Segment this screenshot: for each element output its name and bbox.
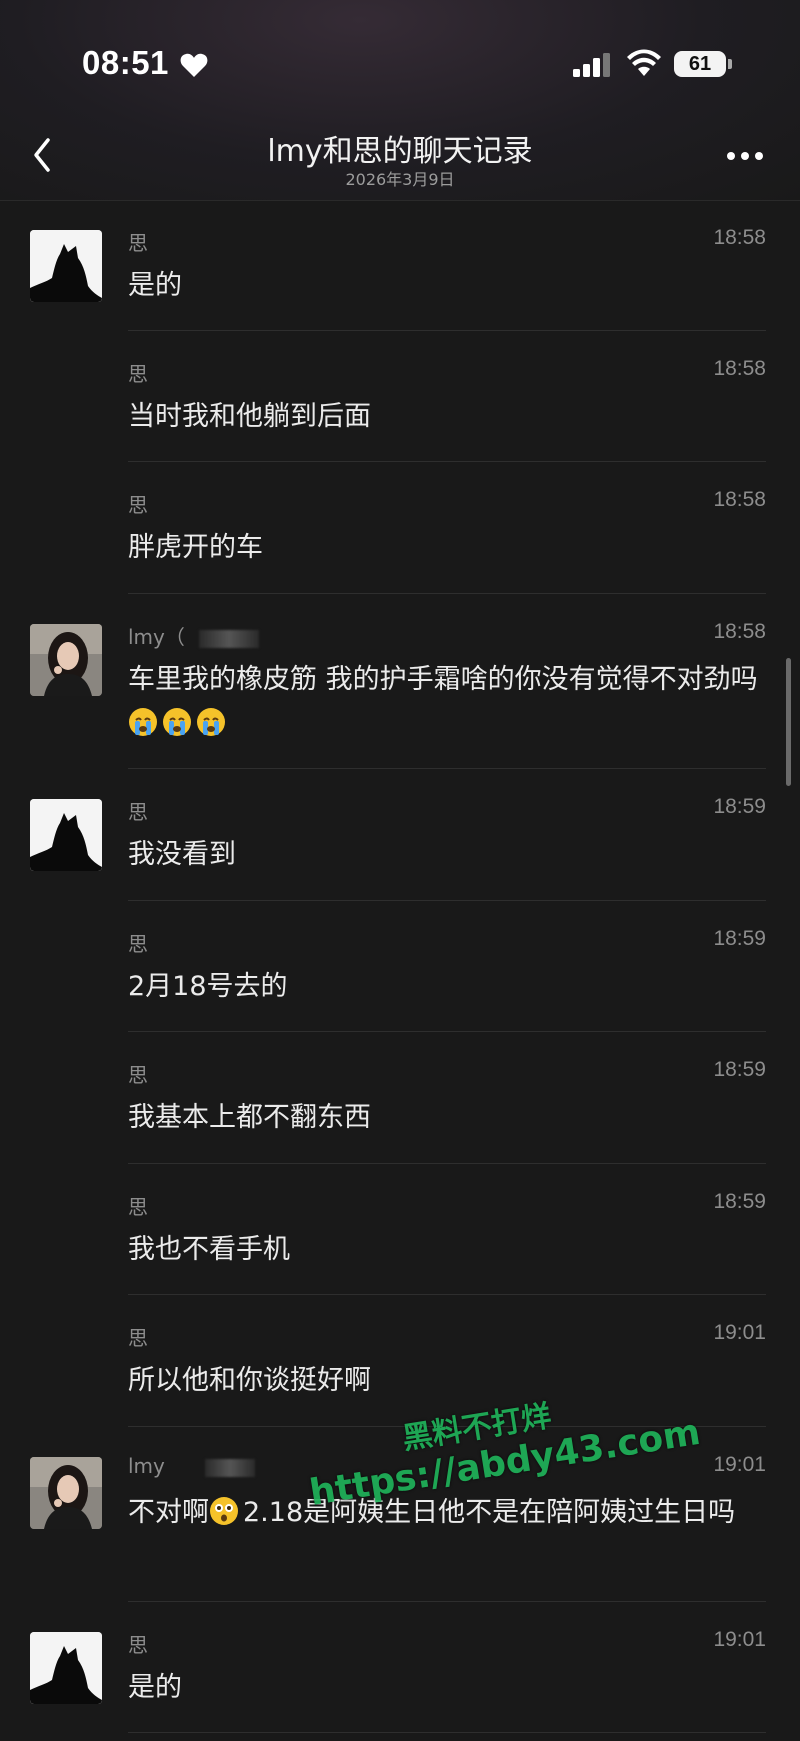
battery-indicator: 61 <box>674 51 726 77</box>
sender-name: 思 <box>128 1195 148 1219</box>
message-text[interactable]: 是的 <box>128 264 768 308</box>
sender-name: 思 <box>128 1063 148 1087</box>
message-item[interactable]: 思 18:59 我也不看手机 <box>0 1164 800 1295</box>
message-time: 18:59 <box>713 1058 766 1081</box>
message-list[interactable]: 思 18:58 是的 思 18:58 当时我和他躺到后面 思 18:58 胖虎开… <box>0 200 800 1733</box>
message-time: 18:59 <box>713 927 766 950</box>
message-item[interactable]: 思 18:58 胖虎开的车 <box>0 462 800 594</box>
message-text-part: 不对啊 <box>128 1497 209 1528</box>
avatar-lmy[interactable] <box>30 624 102 696</box>
message-text[interactable]: 我也不看手机 <box>128 1228 768 1272</box>
message-text[interactable]: 我没看到 <box>128 833 768 877</box>
crying-face-icon <box>197 708 225 736</box>
message-time: 18:58 <box>713 226 766 249</box>
cat-silhouette-icon <box>30 799 102 871</box>
avatar-si[interactable] <box>30 230 102 302</box>
cellular-signal-icon <box>573 53 610 77</box>
message-time: 18:58 <box>713 488 766 511</box>
scrollbar[interactable] <box>786 658 791 786</box>
message-item[interactable]: 思 18:59 2月18号去的 <box>0 901 800 1032</box>
message-item[interactable]: 思 19:01 是的 <box>0 1602 800 1733</box>
message-text[interactable]: 2月18号去的 <box>128 965 768 1009</box>
message-text[interactable]: 当时我和他躺到后面 <box>128 395 768 439</box>
chat-date: 2026年3月9日 <box>345 170 455 189</box>
sender-name: 思 <box>128 800 148 824</box>
more-options-icon[interactable] <box>726 150 764 162</box>
crying-face-icon <box>129 708 157 736</box>
message-time: 18:58 <box>713 620 766 643</box>
message-text-body: 车里我的橡皮筋 我的护手霜啥的你没有觉得不对劲吗 <box>128 664 758 695</box>
message-time: 18:58 <box>713 357 766 380</box>
battery-cap <box>728 59 732 69</box>
message-text[interactable]: 不对啊 2.18是阿姨生日他不是在陪阿姨过生日吗 <box>128 1491 768 1535</box>
message-time: 19:01 <box>713 1628 766 1651</box>
message-time: 18:59 <box>713 1190 766 1213</box>
sender-name: 思 <box>128 493 148 517</box>
sender-name: 思 <box>128 362 148 386</box>
message-text[interactable]: 胖虎开的车 <box>128 526 768 570</box>
crying-face-icon <box>163 708 191 736</box>
astonished-face-icon <box>210 1497 238 1525</box>
message-time: 19:01 <box>713 1321 766 1344</box>
message-item[interactable]: 思 18:58 是的 <box>0 200 800 331</box>
sender-name: 思 <box>128 1326 148 1350</box>
wifi-icon <box>627 49 661 76</box>
cat-silhouette-icon <box>30 230 102 302</box>
message-item[interactable]: 思 18:59 我基本上都不翻东西 <box>0 1032 800 1164</box>
message-time: 18:59 <box>713 795 766 818</box>
cat-silhouette-icon <box>30 1632 102 1704</box>
sender-name-text: lmy（ <box>128 625 185 649</box>
message-text[interactable]: 是的 <box>128 1666 768 1710</box>
sender-name: lmy（ <box>128 621 259 650</box>
divider <box>128 1732 766 1733</box>
sender-name: 思 <box>128 932 148 956</box>
message-time: 19:01 <box>713 1453 766 1476</box>
status-time: 08:51 <box>82 44 169 81</box>
message-item[interactable]: lmy（ 18:58 车里我的橡皮筋 我的护手霜啥的你没有觉得不对劲吗 <box>0 594 800 769</box>
message-item[interactable]: 思 18:59 我没看到 <box>0 769 800 901</box>
redacted-name <box>204 1458 255 1477</box>
sender-name-text: lmy <box>128 1454 165 1478</box>
heart-icon <box>180 53 208 77</box>
sender-name: 思 <box>128 1633 148 1657</box>
sender-name: lmy <box>128 1454 255 1478</box>
message-item[interactable]: 思 18:58 当时我和他躺到后面 <box>0 331 800 462</box>
chat-header: 08:51 61 lmy和思的聊天记录 2026年3月9日 <box>0 0 800 201</box>
message-text[interactable]: 我基本上都不翻东西 <box>128 1096 768 1140</box>
redacted-name <box>198 629 259 648</box>
profile-photo-icon <box>30 1457 102 1529</box>
profile-photo-icon <box>30 624 102 696</box>
avatar-si[interactable] <box>30 1632 102 1704</box>
avatar-lmy[interactable] <box>30 1457 102 1529</box>
chat-title: lmy和思的聊天记录 <box>267 134 533 169</box>
message-text[interactable]: 车里我的橡皮筋 我的护手霜啥的你没有觉得不对劲吗 <box>128 658 768 746</box>
avatar-si[interactable] <box>30 799 102 871</box>
sender-name: 思 <box>128 231 148 255</box>
